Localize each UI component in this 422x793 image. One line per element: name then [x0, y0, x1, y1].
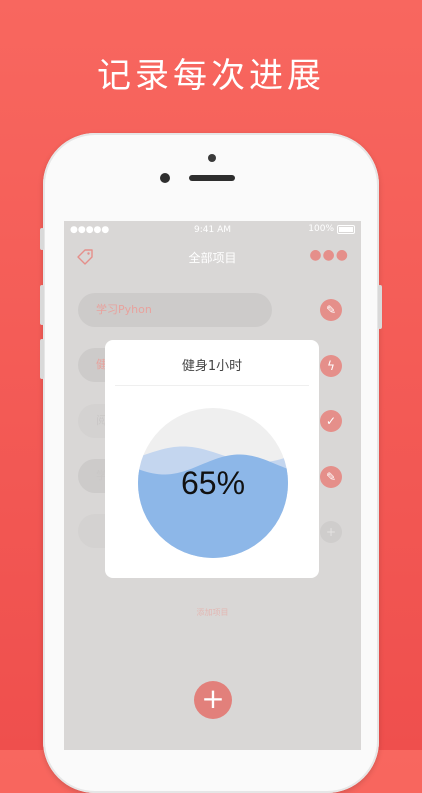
progress-percent: 65% — [180, 465, 246, 501]
front-camera — [160, 173, 170, 183]
add-icon[interactable]: + — [320, 521, 342, 543]
nav-bar: 全部项目 ●●● — [64, 239, 361, 275]
mute-switch — [40, 228, 44, 250]
divider — [115, 385, 309, 386]
volume-up-button — [40, 285, 44, 325]
project-label: 学习Pyhon — [96, 303, 152, 316]
progress-dialog: 健身1小时 65% — [105, 340, 319, 578]
power-button — [378, 285, 382, 329]
more-icon[interactable]: ●●● — [309, 247, 349, 263]
headline: 记录每次进展 — [97, 56, 325, 96]
lightning-icon[interactable]: ϟ — [320, 355, 342, 377]
edit-icon[interactable]: ✎ — [320, 466, 342, 488]
check-icon[interactable]: ✓ — [320, 410, 342, 432]
battery-icon — [337, 224, 355, 234]
proximity-sensor — [208, 154, 216, 162]
edit-icon[interactable]: ✎ — [320, 299, 342, 321]
status-bar: ●●●●● 9:41 AM 100% — [64, 221, 361, 239]
dialog-title: 健身1小时 — [181, 359, 243, 374]
speaker-grille — [189, 175, 235, 181]
battery-percent: 100% — [308, 224, 334, 234]
volume-down-button — [40, 339, 44, 379]
project-item-1[interactable]: 学习Pyhon — [78, 293, 272, 327]
add-project-label: 添加项目 — [196, 608, 229, 617]
add-project-button[interactable]: + — [194, 681, 232, 719]
